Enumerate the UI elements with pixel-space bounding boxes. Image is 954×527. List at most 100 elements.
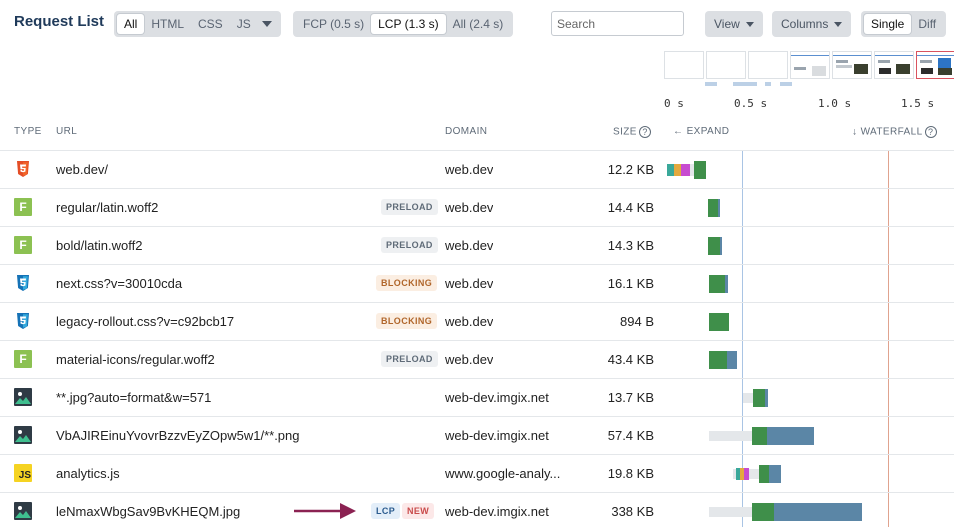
table-row[interactable]: F regular/latin.woff2 PRELOAD web.dev 14… — [0, 188, 954, 226]
request-domain: web.dev — [445, 162, 494, 177]
waterfall-bar[interactable] — [665, 417, 954, 455]
help-icon[interactable]: ? — [638, 126, 651, 138]
blocking-badge: BLOCKING — [376, 313, 438, 329]
expand-label: EXPAND — [686, 126, 730, 137]
filmstrip — [664, 51, 954, 79]
waterfall-bar[interactable] — [665, 189, 954, 227]
waterfall-sort-button[interactable]: ↓ WATERFALL? — [852, 126, 937, 138]
waterfall-bar[interactable] — [665, 227, 954, 265]
milestone-fcp[interactable]: FCP (0.5 s) — [296, 14, 371, 34]
column-header-url[interactable]: URL — [56, 126, 77, 137]
bar-connect — [674, 164, 681, 176]
filmstrip-frame[interactable] — [706, 51, 746, 79]
frame-text — [794, 67, 806, 70]
columns-label: Columns — [781, 17, 829, 31]
frame-text — [920, 60, 932, 63]
request-url: analytics.js — [56, 466, 120, 481]
milestone-all[interactable]: All (2.4 s) — [446, 14, 511, 34]
activity-segment — [705, 82, 717, 86]
milestone-lcp[interactable]: LCP (1.3 s) — [371, 14, 446, 34]
tick-label: 1.5 s — [901, 97, 935, 110]
frame-image — [938, 58, 951, 68]
blocking-badge: BLOCKING — [376, 275, 438, 291]
frame-text — [878, 60, 890, 63]
waterfall-bar[interactable] — [665, 341, 954, 379]
filter-html[interactable]: HTML — [144, 14, 191, 34]
preload-badge: PRELOAD — [381, 199, 438, 215]
table-row[interactable]: JS analytics.js www.google-analy... 19.8… — [0, 454, 954, 492]
filmstrip-frame[interactable] — [874, 51, 914, 79]
table-row[interactable]: F material-icons/regular.woff2 PRELOAD w… — [0, 340, 954, 378]
bar-download — [709, 275, 725, 293]
filter-js[interactable]: JS — [230, 14, 258, 34]
request-url: VbAJIREinuYvovrBzzvEyZOpw5w1/**.png — [56, 428, 300, 443]
activity-segment — [733, 82, 757, 86]
waterfall-bar[interactable] — [665, 493, 954, 527]
columns-dropdown[interactable]: Columns — [772, 11, 852, 37]
css-icon — [14, 274, 32, 292]
arrow-left-icon: ← — [673, 126, 684, 137]
request-url: leNmaxWbgSav9BvKHEQM.jpg — [56, 504, 241, 519]
filmstrip-frame[interactable] — [664, 51, 704, 79]
tick-label: 1.0 s — [818, 97, 852, 110]
chevron-down-icon — [834, 21, 843, 27]
mode-toggle: Single Diff — [861, 11, 947, 37]
table-row[interactable]: legacy-rollout.css?v=c92bcb17 BLOCKING w… — [0, 302, 954, 340]
request-domain: web.dev — [445, 276, 494, 291]
js-icon: JS — [14, 464, 32, 482]
table-row[interactable]: VbAJIREinuYvovrBzzvEyZOpw5w1/**.png web-… — [0, 416, 954, 454]
filter-more-chevron-down-icon[interactable] — [261, 21, 272, 27]
table-row[interactable]: **.jpg?auto=format&w=571 web-dev.imgix.n… — [0, 378, 954, 416]
waterfall-bar[interactable] — [665, 303, 954, 341]
waterfall-label: WATERFALL — [860, 126, 923, 138]
bar-content — [769, 465, 781, 483]
table-row[interactable]: next.css?v=30010cda BLOCKING web.dev 16.… — [0, 264, 954, 302]
filter-all[interactable]: All — [117, 14, 145, 34]
mode-diff[interactable]: Diff — [911, 14, 943, 34]
filmstrip-frame[interactable] — [790, 51, 830, 79]
tick-label: 0 s — [664, 97, 684, 110]
column-header-size[interactable]: SIZE? — [613, 126, 651, 138]
request-domain: web-dev.imgix.net — [445, 390, 549, 405]
request-domain: www.google-analy... — [445, 466, 561, 481]
css-icon — [14, 312, 32, 330]
column-header-domain[interactable]: DOMAIN — [445, 126, 487, 137]
bar-content — [725, 275, 728, 293]
font-icon: F — [14, 350, 32, 368]
view-label: View — [714, 17, 740, 31]
frame-image — [921, 68, 933, 74]
timeline-activity-strip — [665, 82, 950, 86]
waterfall-bar[interactable] — [665, 151, 954, 189]
frame-image — [938, 68, 952, 75]
bar-wait — [709, 431, 752, 441]
activity-segment — [780, 82, 792, 86]
bar-wait — [709, 507, 752, 517]
filmstrip-frame[interactable] — [748, 51, 788, 79]
table-row[interactable]: F bold/latin.woff2 PRELOAD web.dev 14.3 … — [0, 226, 954, 264]
expand-button[interactable]: ← EXPAND — [673, 126, 729, 137]
mode-single[interactable]: Single — [864, 14, 912, 34]
bar-download — [752, 503, 774, 521]
arrow-down-icon: ↓ — [852, 126, 858, 138]
waterfall-bar[interactable] — [665, 379, 954, 417]
waterfall-bar[interactable] — [665, 265, 954, 303]
frame-header-bar — [875, 55, 913, 56]
filmstrip-frame-selected[interactable] — [916, 51, 954, 79]
request-url: legacy-rollout.css?v=c92bcb17 — [56, 314, 235, 329]
request-url: bold/latin.woff2 — [56, 238, 143, 253]
help-icon[interactable]: ? — [924, 126, 937, 138]
filter-css[interactable]: CSS — [191, 14, 230, 34]
table-row[interactable]: web.dev/ web.dev 12.2 KB — [0, 150, 954, 188]
view-dropdown[interactable]: View — [705, 11, 763, 37]
request-url: web.dev/ — [56, 162, 109, 177]
bar-content — [765, 389, 768, 407]
filmstrip-frame[interactable] — [832, 51, 872, 79]
search-input[interactable] — [551, 11, 684, 36]
bar-content — [767, 427, 814, 445]
table-row[interactable]: leNmaxWbgSav9BvKHEQM.jpg LCP NEW web-dev… — [0, 492, 954, 527]
request-size: 338 KB — [611, 504, 654, 519]
column-header-type[interactable]: TYPE — [14, 126, 42, 137]
bar-ssl — [681, 164, 690, 176]
waterfall-bar[interactable] — [665, 455, 954, 493]
new-badge: NEW — [402, 503, 435, 519]
